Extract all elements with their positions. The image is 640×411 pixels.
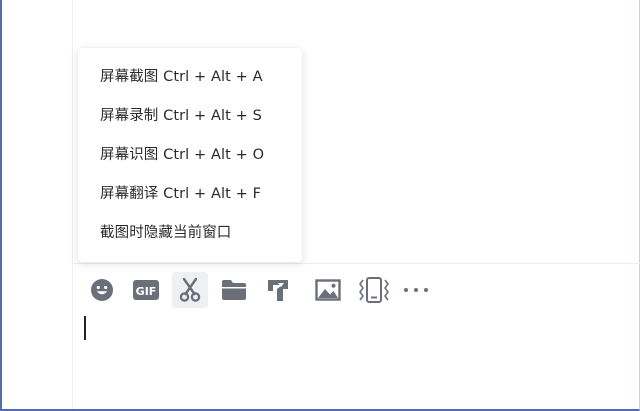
- screen-share-button[interactable]: [260, 272, 296, 308]
- folder-icon: [222, 280, 246, 300]
- menu-item-screen-translate[interactable]: 屏幕翻译 Ctrl + Alt + F: [78, 179, 302, 209]
- sidebar-border: [72, 0, 73, 409]
- more-icon: [404, 288, 428, 292]
- menu-item-screen-ocr[interactable]: 屏幕识图 Ctrl + Alt + O: [78, 140, 302, 170]
- gif-button[interactable]: GIF: [128, 272, 164, 308]
- image-icon: [315, 279, 341, 301]
- more-button[interactable]: [398, 272, 434, 308]
- emoji-icon: [91, 279, 113, 301]
- screenshot-button[interactable]: [172, 272, 208, 308]
- input-divider: [73, 263, 640, 264]
- file-button[interactable]: [216, 272, 252, 308]
- menu-item-hide-window[interactable]: 截图时隐藏当前窗口: [78, 218, 302, 248]
- text-cursor[interactable]: [84, 316, 86, 340]
- menu-item-screenshot[interactable]: 屏幕截图 Ctrl + Alt + A: [78, 62, 302, 92]
- chat-window: 屏幕截图 Ctrl + Alt + A 屏幕录制 Ctrl + Alt + S …: [0, 0, 640, 411]
- emoji-button[interactable]: [84, 272, 120, 308]
- screen-share-icon: [268, 280, 288, 301]
- shake-button[interactable]: [356, 272, 392, 308]
- image-button[interactable]: [310, 272, 346, 308]
- gif-text: GIF: [136, 285, 157, 298]
- menu-item-screen-record[interactable]: 屏幕录制 Ctrl + Alt + S: [78, 101, 302, 131]
- shake-icon: [359, 277, 389, 303]
- scissors-icon: [179, 277, 201, 302]
- input-toolbar: GIF: [84, 272, 444, 308]
- gif-icon: GIF: [133, 280, 159, 300]
- screenshot-menu: 屏幕截图 Ctrl + Alt + A 屏幕录制 Ctrl + Alt + S …: [78, 48, 302, 262]
